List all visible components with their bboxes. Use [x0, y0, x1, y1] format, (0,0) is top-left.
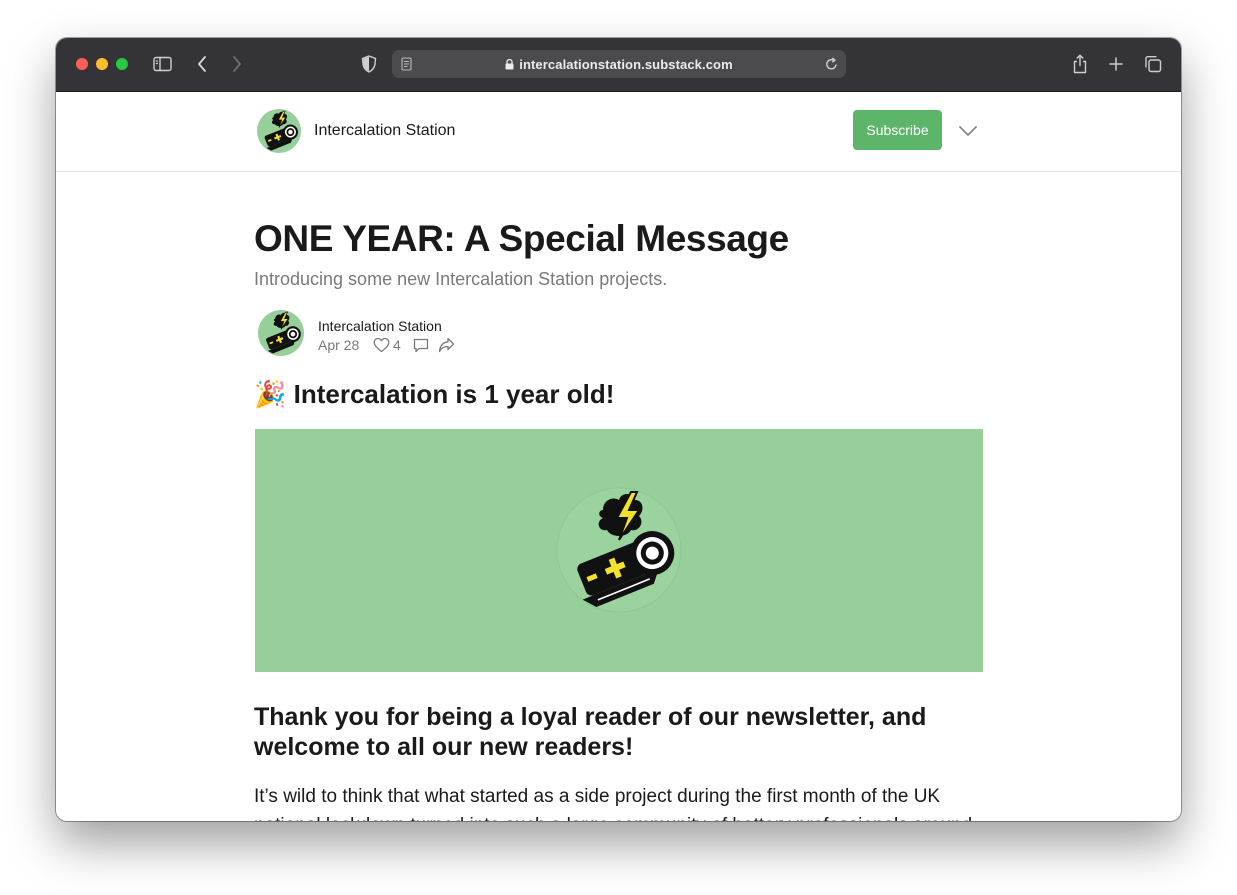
- heart-icon[interactable]: [373, 337, 390, 358]
- share-arrow-icon[interactable]: [438, 337, 455, 358]
- like-count: 4: [393, 337, 401, 353]
- browser-toolbar: intercalationstation.substack.com: [56, 38, 1181, 92]
- minimize-window-button[interactable]: [96, 58, 108, 70]
- body-line-1: It’s wild to think that what started as …: [254, 786, 941, 807]
- body-paragraph: It’s wild to think that what started as …: [254, 782, 984, 821]
- sidebar-toggle-icon[interactable]: [151, 52, 175, 76]
- web-page: Intercalation Station Subscribe ONE YEAR…: [56, 92, 1181, 821]
- section-heading: 🎉 Intercalation is 1 year old!: [254, 379, 614, 410]
- hero-image: [255, 429, 983, 672]
- author-name[interactable]: Intercalation Station: [318, 318, 442, 334]
- zoom-window-button[interactable]: [116, 58, 128, 70]
- publication-logo[interactable]: [257, 109, 301, 153]
- party-popper-icon: 🎉: [254, 379, 287, 409]
- back-arrow-icon[interactable]: [190, 52, 214, 76]
- author-avatar[interactable]: [258, 310, 304, 356]
- section-heading-text: Intercalation is 1 year old!: [293, 379, 615, 409]
- chevron-down-icon[interactable]: [958, 124, 978, 142]
- tab-overview-icon[interactable]: [1141, 52, 1165, 76]
- reload-icon[interactable]: [825, 57, 838, 76]
- site-header: Intercalation Station Subscribe: [56, 92, 1181, 172]
- url-text: intercalationstation.substack.com: [519, 57, 733, 72]
- share-icon[interactable]: [1068, 52, 1092, 76]
- post-title: ONE YEAR: A Special Message: [254, 218, 789, 259]
- lock-icon: [505, 58, 514, 73]
- subscribe-button[interactable]: Subscribe: [853, 110, 942, 150]
- url-display: intercalationstation.substack.com: [392, 57, 846, 73]
- new-tab-plus-icon[interactable]: [1104, 52, 1128, 76]
- comment-icon[interactable]: [413, 338, 429, 358]
- body-line-2: national lockdown turned into such a lar…: [254, 811, 984, 821]
- post-subtitle: Introducing some new Intercalation Stati…: [254, 269, 668, 289]
- thank-you-line-1: Thank you for being a loyal reader of ou…: [254, 703, 927, 731]
- privacy-shield-icon[interactable]: [357, 52, 381, 76]
- thank-you-line-2: welcome to all our new readers!: [254, 733, 634, 761]
- site-name[interactable]: Intercalation Station: [314, 122, 455, 140]
- thank-you-heading: Thank you for being a loyal reader of ou…: [254, 702, 926, 762]
- browser-window: intercalationstation.substack.com Interc…: [56, 38, 1181, 821]
- close-window-button[interactable]: [76, 58, 88, 70]
- address-bar[interactable]: intercalationstation.substack.com: [392, 50, 846, 78]
- forward-arrow-icon[interactable]: [225, 52, 249, 76]
- post-date: Apr 28: [318, 337, 360, 353]
